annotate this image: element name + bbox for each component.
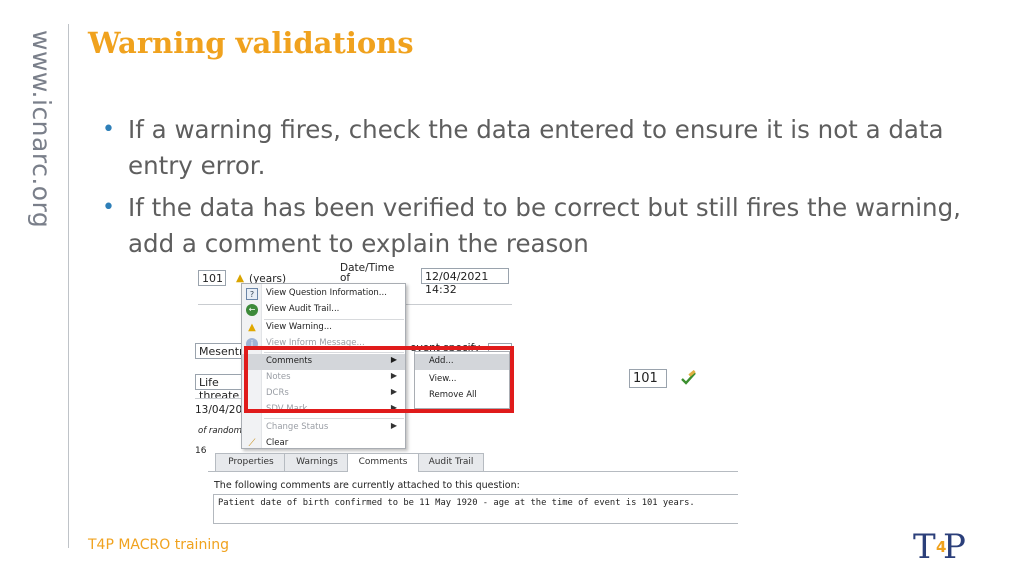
bullet-text: If a warning fires, check the data enter… xyxy=(128,115,944,180)
datetime-field[interactable]: 12/04/2021 14:32 xyxy=(421,268,509,296)
footer-text: T4P MACRO training xyxy=(88,537,229,553)
pencil-check-icon[interactable] xyxy=(679,370,699,386)
menu-item-view-audit-trail[interactable]: ← View Audit Trail... xyxy=(242,302,405,318)
tab-warnings[interactable]: Warnings xyxy=(284,453,350,472)
partial-value: 16 xyxy=(195,446,207,456)
form-divider xyxy=(195,398,243,399)
tab-comments[interactable]: Comments xyxy=(347,453,419,473)
life-threat-field[interactable]: Life threate xyxy=(195,374,243,402)
tab-bar: Properties Warnings Comments Audit Trail xyxy=(208,450,738,473)
age-field[interactable]: 101 xyxy=(198,270,226,286)
logo-letter-t: T xyxy=(913,527,936,566)
slide-title: Warning validations xyxy=(88,26,414,60)
mesentric-field[interactable]: Mesentric xyxy=(195,343,253,359)
right-age-field[interactable]: 101 xyxy=(629,369,667,388)
audit-icon: ← xyxy=(246,304,258,316)
bullet-dot-icon: • xyxy=(102,195,115,220)
menu-item-view-question-info[interactable]: ? View Question Information... xyxy=(242,286,405,302)
tab-properties[interactable]: Properties xyxy=(215,453,287,472)
website-url: www.icnarc.org xyxy=(27,30,56,229)
menu-item-change-status[interactable]: Change Status ▶ xyxy=(242,420,405,436)
comments-header: The following comments are currently att… xyxy=(214,480,520,491)
highlight-box xyxy=(244,346,514,413)
t4p-logo: T 4 P xyxy=(913,527,966,566)
broom-icon: ⟋ xyxy=(248,438,256,449)
submenu-arrow-icon: ▶ xyxy=(390,421,397,430)
warning-icon: ▲ xyxy=(248,322,256,333)
bullet-dot-icon: • xyxy=(102,117,115,142)
bullet-item: • If a warning fires, check the data ente… xyxy=(100,112,980,184)
datetime-label: Date/Time of randomisation xyxy=(340,263,402,283)
tab-audit-trail[interactable]: Audit Trail xyxy=(418,453,484,472)
logo-letter-p: P xyxy=(943,527,966,566)
bullet-list: • If a warning fires, check the data ente… xyxy=(100,112,980,268)
bullet-item: • If the data has been verified to be cor… xyxy=(100,190,980,262)
comment-text[interactable]: Patient date of birth confirmed to be 11… xyxy=(213,494,738,524)
bullet-text: If the data has been verified to be corr… xyxy=(128,193,961,258)
comments-panel: The following comments are currently att… xyxy=(208,472,738,526)
question-icon: ? xyxy=(246,288,258,300)
side-divider xyxy=(68,24,69,548)
menu-item-view-warning[interactable]: ▲ View Warning... xyxy=(242,320,405,336)
